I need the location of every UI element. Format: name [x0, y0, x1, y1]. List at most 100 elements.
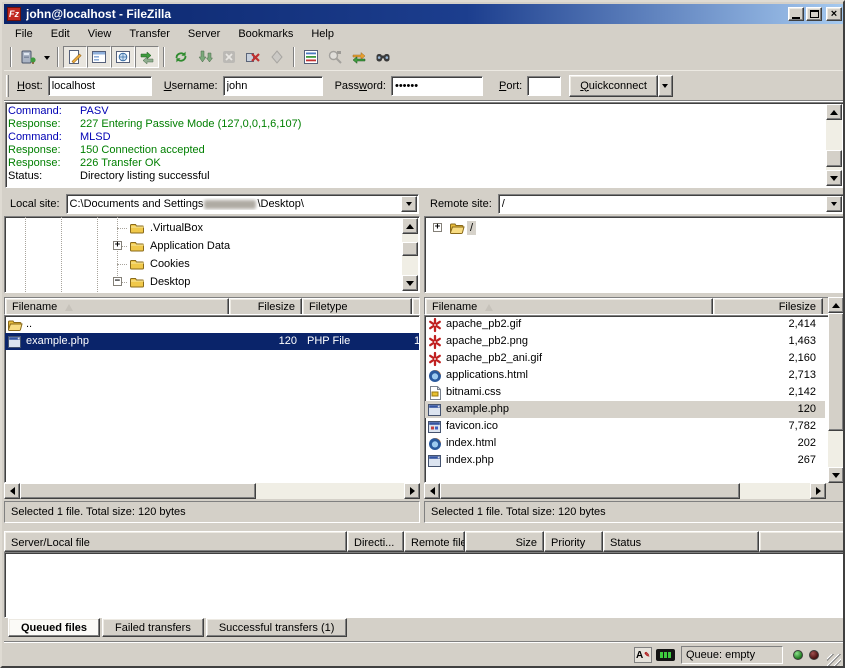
file-row[interactable]: apache_pb2_ani.gif2,160 — [425, 350, 825, 367]
queue-header: Server/Local fileDirecti...Remote fileSi… — [4, 531, 845, 552]
username-input[interactable] — [223, 76, 323, 96]
minimize-button[interactable] — [788, 7, 804, 21]
menu-server[interactable]: Server — [179, 26, 229, 42]
queue-list[interactable] — [4, 552, 845, 618]
menu-view[interactable]: View — [79, 26, 121, 42]
file-row[interactable]: applications.html2,713 — [425, 367, 825, 384]
scroll-up-button[interactable] — [402, 218, 418, 234]
scroll-right-button[interactable] — [404, 483, 420, 499]
tree-item[interactable]: .VirtualBox — [129, 219, 206, 237]
quickconnect-button[interactable]: Quickconnect — [569, 75, 658, 97]
scrollbar-thumb[interactable] — [20, 483, 256, 499]
file-row[interactable]: apache_pb2.gif2,414 — [425, 316, 825, 333]
maximize-button[interactable] — [806, 7, 822, 21]
host-input[interactable] — [48, 76, 152, 96]
toggle-message-log-button[interactable] — [63, 46, 87, 68]
scrollbar-thumb[interactable] — [402, 242, 418, 256]
data-type-indicator-icon[interactable]: A✎ — [634, 647, 652, 663]
file-row[interactable]: apache_pb2.png1,463 — [425, 333, 825, 350]
toggle-transfer-queue-button[interactable] — [135, 46, 159, 68]
file-row[interactable]: favicon.ico7,782 — [425, 418, 825, 435]
tree-expander[interactable]: − — [113, 277, 122, 286]
queue-column-priority[interactable]: Priority — [544, 531, 603, 552]
process-queue-button[interactable] — [193, 46, 217, 68]
local-hscrollbar[interactable] — [4, 483, 420, 499]
scroll-right-button[interactable] — [810, 483, 826, 499]
scroll-left-button[interactable] — [424, 483, 440, 499]
remote-site-combo[interactable]: / — [498, 194, 844, 214]
speed-limits-icon[interactable] — [656, 649, 675, 661]
site-manager-button[interactable] — [16, 46, 40, 68]
scroll-down-button[interactable] — [826, 170, 842, 186]
resize-grip[interactable] — [827, 654, 841, 668]
menu-edit[interactable]: Edit — [42, 26, 79, 42]
local-site-combo[interactable]: C:\Documents and Settings\Desktop\ — [66, 194, 419, 214]
title-bar[interactable]: Fz john@localhost - FileZilla × — [4, 4, 845, 24]
menu-file[interactable]: File — [6, 26, 42, 42]
filezilla-window: Fz john@localhost - FileZilla × FileEdit… — [0, 0, 845, 668]
tree-item[interactable]: Cookies — [129, 255, 193, 273]
file-row[interactable]: example.php120PHP File1 — [5, 333, 419, 350]
tab-failed-transfers[interactable]: Failed transfers — [102, 618, 204, 637]
tab-successful-transfers-1-[interactable]: Successful transfers (1) — [206, 618, 348, 637]
tree-expander[interactable]: + — [113, 241, 122, 250]
password-input[interactable] — [391, 76, 483, 96]
tree-item[interactable]: +Application Data — [129, 237, 233, 255]
menu-transfer[interactable]: Transfer — [120, 26, 179, 42]
scrollbar-thumb[interactable] — [828, 313, 844, 431]
toggle-local-tree-button[interactable] — [87, 46, 111, 68]
remote-directory-tree: +/ — [424, 216, 845, 293]
local-site-dropdown-button[interactable] — [401, 196, 417, 212]
tree-expander[interactable]: + — [433, 223, 442, 232]
remote-list-scrollbar[interactable] — [828, 297, 844, 483]
file-row[interactable]: index.php267 — [425, 452, 825, 469]
column-header-filename[interactable]: Filename — [5, 298, 229, 315]
queue-column-server-local-file[interactable]: Server/Local file — [4, 531, 347, 552]
scroll-left-button[interactable] — [4, 483, 20, 499]
scroll-up-button[interactable] — [828, 297, 844, 313]
app-icon[interactable]: Fz — [7, 7, 21, 21]
scrollbar-thumb[interactable] — [440, 483, 740, 499]
local-status-text: Selected 1 file. Total size: 120 bytes — [4, 501, 420, 523]
port-input[interactable] — [527, 76, 561, 96]
column-header-filename[interactable]: Filename — [425, 298, 713, 315]
cancel-operation-icon — [221, 49, 237, 65]
filter-button[interactable] — [299, 46, 323, 68]
toggle-remote-tree-button[interactable] — [111, 46, 135, 68]
menu-bookmarks[interactable]: Bookmarks — [229, 26, 302, 42]
directory-comparison-button — [323, 46, 347, 68]
tree-item[interactable]: +/ — [449, 219, 476, 237]
quickconnect-dropdown-button[interactable] — [658, 75, 673, 97]
refresh-button[interactable] — [169, 46, 193, 68]
site-manager-dropdown-button[interactable] — [40, 46, 53, 68]
menu-help[interactable]: Help — [302, 26, 343, 42]
filesize-cell — [229, 316, 302, 333]
scroll-down-button[interactable] — [828, 467, 844, 483]
scroll-down-button[interactable] — [402, 275, 418, 291]
find-files-button[interactable] — [371, 46, 395, 68]
tab-queued-files[interactable]: Queued files — [8, 618, 100, 637]
scroll-up-button[interactable] — [826, 104, 842, 120]
log-scrollbar[interactable] — [826, 104, 842, 186]
column-header-l[interactable]: L — [412, 298, 420, 315]
file-row[interactable]: example.php120 — [425, 401, 825, 418]
file-row[interactable]: index.html202 — [425, 435, 825, 452]
apache-file-icon — [427, 334, 443, 350]
column-header-filesize[interactable]: Filesize — [713, 298, 823, 315]
local-tree-scrollbar[interactable] — [402, 218, 418, 291]
close-button[interactable]: × — [826, 7, 842, 21]
file-row[interactable]: .. — [5, 316, 419, 333]
queue-column-remote-file[interactable]: Remote file — [404, 531, 465, 552]
column-header-filesize[interactable]: Filesize — [229, 298, 302, 315]
remote-site-dropdown-button[interactable] — [826, 196, 842, 212]
queue-column-directi-[interactable]: Directi... — [347, 531, 404, 552]
tree-item[interactable]: −Desktop — [129, 273, 193, 291]
column-header-filetype[interactable]: Filetype — [302, 298, 412, 315]
queue-column-status[interactable]: Status — [603, 531, 759, 552]
remote-hscrollbar[interactable] — [424, 483, 826, 499]
synchronized-browsing-button[interactable] — [347, 46, 371, 68]
file-row[interactable]: bitnami.css2,142 — [425, 384, 825, 401]
scrollbar-thumb[interactable] — [826, 150, 842, 167]
disconnect-button[interactable] — [241, 46, 265, 68]
queue-column-size[interactable]: Size — [465, 531, 544, 552]
